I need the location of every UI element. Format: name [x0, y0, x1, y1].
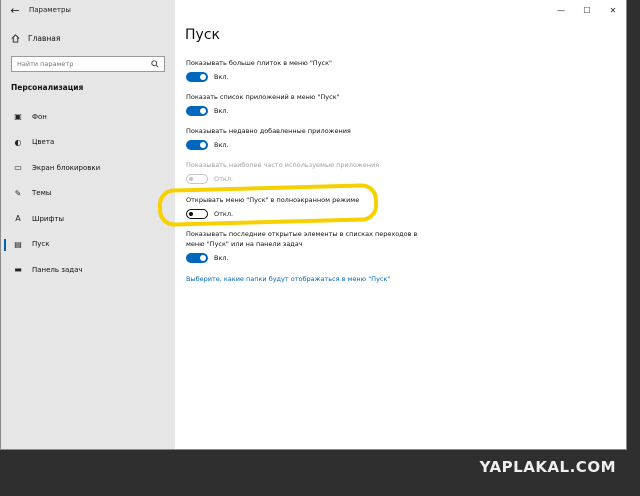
sidebar-item-start[interactable]: ▤ Пуск — [1, 232, 175, 258]
nav-home-label: Главная — [28, 34, 61, 43]
sidebar-item-label: Темы — [32, 189, 52, 198]
highlight-annotation — [157, 183, 379, 227]
section-title: Персонализация — [11, 83, 84, 92]
font-icon: A — [15, 214, 21, 224]
window-controls: — ☐ ✕ — [548, 0, 626, 20]
page-title: Пуск — [185, 27, 220, 43]
search-icon[interactable] — [151, 60, 159, 68]
sidebar-item-label: Фон — [32, 112, 47, 121]
setting-label: Показывать больше плиток в меню "Пуск" — [186, 59, 333, 67]
palette-icon: ◐ — [14, 137, 22, 147]
search-box[interactable] — [11, 56, 165, 72]
sidebar-item-background[interactable]: ▣ Фон — [1, 104, 175, 130]
setting-label: Показывать наиболее часто используемые п… — [186, 161, 380, 169]
setting-more-tiles: Показывать больше плиток в меню "Пуск" В… — [186, 58, 332, 82]
sidebar-item-label: Экран блокировки — [32, 163, 101, 172]
maximize-button[interactable]: ☐ — [574, 0, 600, 20]
toggle-state: Откл. — [214, 175, 234, 183]
start-icon: ▤ — [14, 239, 22, 249]
app-title: Параметры — [29, 6, 71, 14]
lock-screen-icon: ▭ — [14, 163, 22, 173]
sidebar-item-colors[interactable]: ◐ Цвета — [1, 130, 175, 156]
minimize-button[interactable]: — — [548, 0, 574, 20]
sidebar-item-lock-screen[interactable]: ▭ Экран блокировки — [1, 155, 175, 181]
sidebar-item-fonts[interactable]: A Шрифты — [1, 206, 175, 232]
setting-label-line1: Показывать последние открытые элементы в… — [186, 230, 418, 238]
titlebar: ← Параметры — [1, 0, 175, 20]
setting-most-used: Показывать наиболее часто используемые п… — [186, 160, 379, 184]
taskbar-icon: ▬ — [14, 265, 22, 275]
toggle-switch[interactable] — [186, 106, 208, 116]
sidebar-item-label: Цвета — [32, 138, 55, 147]
setting-label-line2: меню "Пуск" или на панели задач — [186, 240, 303, 248]
back-button[interactable]: ← — [1, 0, 29, 20]
brush-icon: ✎ — [14, 188, 22, 198]
sidebar-item-label: Панель задач — [32, 265, 83, 274]
search-input[interactable] — [17, 60, 137, 68]
setting-label: Показывать недавно добавленные приложени… — [186, 127, 351, 135]
close-button[interactable]: ✕ — [600, 0, 626, 20]
setting-label: Показать список приложений в меню "Пуск" — [186, 93, 340, 101]
sidebar: ← Параметры Главная Персонализация ▣ Фон … — [1, 0, 175, 449]
picture-icon: ▣ — [14, 112, 22, 122]
toggle-state: Вкл. — [214, 141, 229, 149]
sidebar-item-label: Пуск — [32, 240, 50, 249]
setting-app-list: Показать список приложений в меню "Пуск"… — [186, 92, 340, 116]
arrow-left-icon: ← — [10, 3, 20, 17]
watermark: YAPLAKAL.COM — [479, 458, 616, 476]
toggle-state: Вкл. — [214, 107, 229, 115]
setting-recent-items: Показывать последние открытые элементы в… — [186, 229, 417, 263]
toggle-state: Вкл. — [214, 73, 229, 81]
toggle-switch[interactable] — [186, 72, 208, 82]
toggle-switch — [186, 174, 208, 184]
nav-home[interactable]: Главная — [11, 34, 60, 43]
settings-window: ← Параметры Главная Персонализация ▣ Фон … — [0, 0, 627, 450]
nav-list: ▣ Фон ◐ Цвета ▭ Экран блокировки ✎ Темы A Шри… — [1, 104, 175, 283]
toggle-switch[interactable] — [186, 253, 208, 263]
sidebar-item-themes[interactable]: ✎ Темы — [1, 181, 175, 207]
home-icon — [11, 34, 20, 43]
sidebar-item-label: Шрифты — [32, 214, 65, 223]
toggle-switch[interactable] — [186, 140, 208, 150]
sidebar-item-taskbar[interactable]: ▬ Панель задач — [1, 257, 175, 283]
choose-folders-link[interactable]: Выберите, какие папки будут отображаться… — [186, 275, 390, 283]
toggle-state: Вкл. — [214, 254, 229, 262]
setting-recently-added: Показывать недавно добавленные приложени… — [186, 126, 351, 150]
